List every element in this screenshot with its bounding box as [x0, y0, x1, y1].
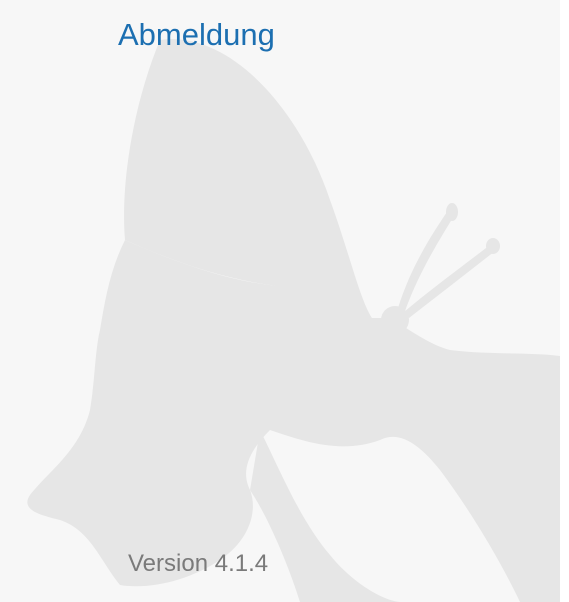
content-edge: [560, 0, 569, 602]
logout-link[interactable]: Abmeldung: [118, 14, 275, 56]
version-label: Version 4.1.4: [128, 550, 269, 577]
navigation-drawer: Abmeldung Version 4.1.4: [0, 0, 560, 602]
butterfly-watermark-icon: [27, 39, 560, 602]
